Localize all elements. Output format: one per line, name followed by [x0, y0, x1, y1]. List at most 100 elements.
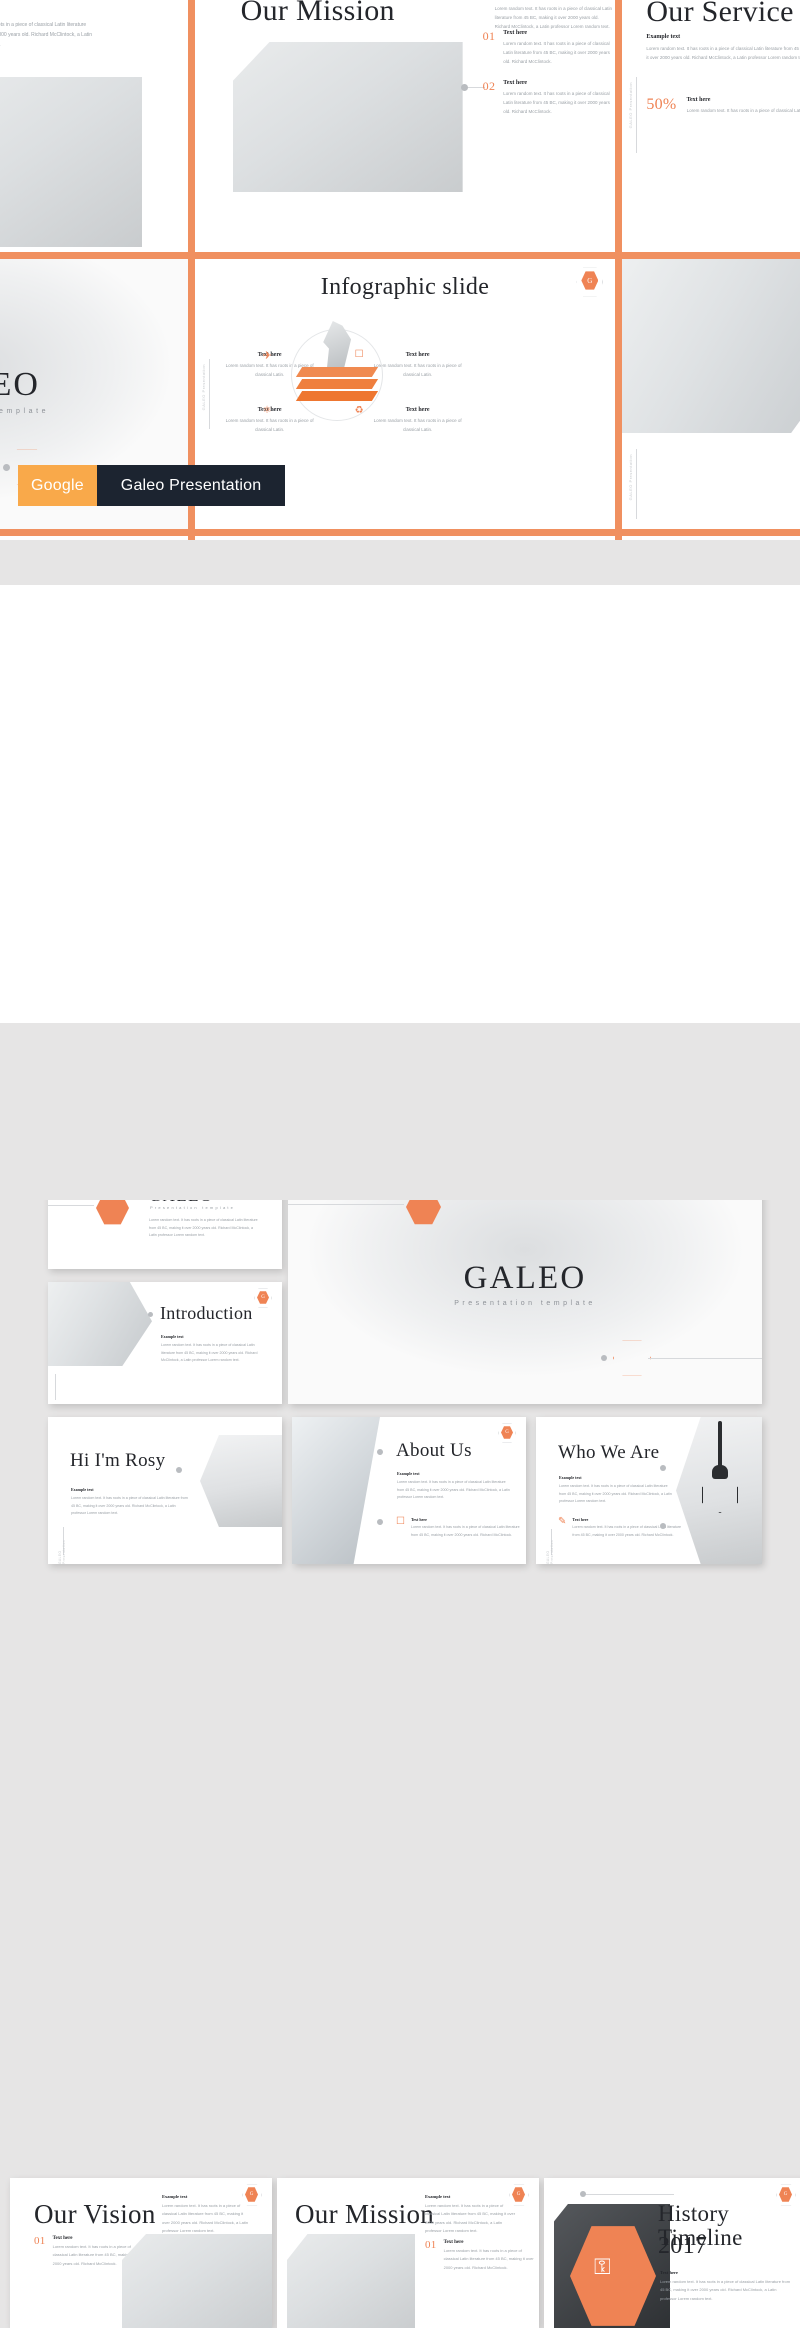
slide-image-desk: [122, 2234, 272, 2328]
item-title: Text here: [52, 2236, 73, 2241]
item-number: 01: [482, 29, 496, 43]
lamp-cord: [718, 1421, 722, 1467]
body-paragraph: Lorem random text. It has roots in a pie…: [162, 2203, 249, 2234]
body-paragraph: Lorem random text. It has roots in a pie…: [660, 2279, 791, 2301]
slide-introduction-small[interactable]: Introduction Example text Lorem random t…: [48, 1282, 282, 1404]
preview-section-3: Our Vision Example text Lorem random tex…: [0, 1068, 800, 2328]
connector-line: [584, 2194, 674, 2195]
stack-layer: [295, 379, 378, 389]
item-body: Lorem random text. It has roots in a pie…: [503, 41, 610, 64]
connector-line-2: [648, 1358, 762, 1359]
camera-icon: ☐: [354, 349, 364, 360]
item-body: Lorem random text. It has roots in a pie…: [572, 1525, 682, 1537]
numbered-item: 02 Text here Lorem random text. It has r…: [483, 80, 616, 116]
body-paragraph: Lorem random text. It has roots in a pie…: [646, 46, 800, 60]
connector-line: [48, 1205, 94, 1206]
slide-hi-im-rosy[interactable]: Hi I'm Rosy Example text Lorem random te…: [48, 1417, 282, 1564]
google-presentation-badge[interactable]: Google Galeo Presentation: [18, 465, 286, 506]
stat-title: Text here: [686, 97, 711, 103]
body-paragraph: Lorem random text. It has roots in a pie…: [559, 1484, 672, 1504]
brand-title: GALEO: [0, 366, 40, 403]
preview-section-2: GALEO Presentation template Lorem random…: [0, 540, 800, 1564]
slide-title: About Us: [396, 1440, 472, 1461]
brand-title: GALEO: [463, 1260, 587, 1296]
connector-dot-2: [660, 1523, 666, 1529]
slide-image-person: [200, 1435, 282, 1527]
slide-image-desk: [287, 2234, 415, 2328]
slide-who-we-are[interactable]: Who We Are Example text Lorem random tex…: [536, 1417, 762, 1564]
slide-our-vision-partial[interactable]: Our Vision Example text Lorem random tex…: [0, 0, 188, 252]
lamp-cap: [712, 1465, 728, 1479]
slide-our-mission[interactable]: Our Mission Example text Lorem random te…: [277, 2178, 539, 2328]
slide-title: Infographic slide: [320, 274, 490, 300]
connector-dot: [601, 1355, 607, 1361]
example-label: Example text: [71, 1487, 94, 1492]
side-label: GALEO Presentation: [58, 1540, 66, 1564]
example-label: Example text: [559, 1475, 582, 1480]
slide-title: Our Service: [646, 0, 794, 28]
stack-layer: [295, 391, 378, 401]
side-rule: [55, 1374, 56, 1400]
body-paragraph: Lorem random text. It has roots in a pie…: [494, 6, 612, 29]
item-title: Text here: [503, 30, 528, 36]
slide-title: Our Vision: [34, 2199, 156, 2229]
item-title: Text here: [660, 2270, 678, 2275]
slide-introduction[interactable]: Introduction Example text Lorem random t…: [622, 259, 800, 529]
item-number: 01: [425, 2239, 437, 2251]
example-label: Example text: [425, 2194, 451, 2199]
side-label: GALEO Presentation: [628, 454, 634, 501]
connector-dot: [580, 2191, 586, 2197]
connector-dot: [660, 1465, 666, 1471]
slide-our-service[interactable]: Our Service Example text Lorem random te…: [622, 0, 800, 252]
side-rule: [636, 77, 638, 153]
body-paragraph: Lorem random text. It has roots in a pie…: [425, 2203, 516, 2234]
infographic-item: Text here Lorem random text. It has root…: [373, 352, 463, 379]
example-label: Example text: [162, 2194, 188, 2199]
example-label: Example text: [161, 1334, 184, 1339]
item-title: Text here: [572, 1517, 589, 1522]
item-title: Text here: [503, 80, 528, 86]
slide-history-timeline[interactable]: ⚿ History Timeline 2017 Text here Lorem …: [544, 2178, 800, 2328]
presentation-title-label: Galeo Presentation: [96, 465, 286, 506]
pencil-icon: ✎: [558, 1516, 567, 1527]
side-label: GALEO Presentation: [628, 82, 634, 129]
item-title: Text here: [443, 2240, 464, 2245]
item-body: Lorem random text. It has roots in a pie…: [225, 418, 314, 432]
slide-title: Our Mission: [240, 0, 395, 27]
slide-about-us[interactable]: About Us Example text Lorem random text.…: [292, 1417, 526, 1564]
atom-icon: ⚛: [262, 405, 272, 416]
body-paragraph: Lorem random text. It has roots in a pie…: [149, 1218, 258, 1238]
slide-title: Hi I'm Rosy: [70, 1450, 166, 1471]
stat-value: 50%: [646, 96, 677, 113]
year-label: 2017: [658, 2233, 708, 2259]
slide-grid-section: Our Vision Example text Lorem random tex…: [0, 0, 800, 540]
brand-tagline: Presentation template: [150, 1205, 236, 1210]
rocket-icon: ✈: [262, 350, 272, 362]
example-label: Example text: [646, 34, 681, 40]
connector-dot: [176, 1467, 182, 1473]
item-body: Lorem random text. It has roots in a pie…: [373, 418, 462, 432]
slide-image-desk: [0, 77, 142, 247]
item-body: Lorem random text. It has roots in a pie…: [443, 2248, 534, 2270]
numbered-item: 01 Text here Lorem random text. It has r…: [483, 30, 616, 66]
slide-our-mission[interactable]: Our Mission Example text Lorem random te…: [194, 0, 616, 252]
example-label: Example text: [0, 8, 95, 16]
item-title: Text here: [410, 1517, 427, 1522]
body-paragraph: Lorem random text. It has roots in a pie…: [0, 22, 93, 48]
google-label: Google: [18, 465, 97, 506]
infographic-item: Text here Lorem random text. It has root…: [373, 407, 463, 434]
example-label: Example text: [397, 1471, 420, 1476]
item-body: Lorem random text. It has roots in a pie…: [503, 91, 610, 114]
stack-layer: [295, 367, 378, 377]
slide-our-vision[interactable]: Our Vision Example text Lorem random tex…: [10, 2178, 272, 2328]
item-title: Text here: [405, 407, 430, 413]
bell-icon: ♻: [354, 405, 364, 416]
body-paragraph: Lorem random text. It has roots in a pie…: [161, 1343, 258, 1363]
slide-title: Our Mission: [295, 2199, 435, 2229]
brand-tagline: Presentation template: [454, 1299, 596, 1307]
connector-dot: [377, 1449, 383, 1455]
stat-body: Lorem random text. It has roots in a pie…: [686, 108, 800, 113]
connector-dot-2: [377, 1519, 383, 1525]
body-paragraph: Lorem random text. It has roots in a pie…: [71, 1496, 188, 1516]
connector-dot: [3, 464, 10, 471]
